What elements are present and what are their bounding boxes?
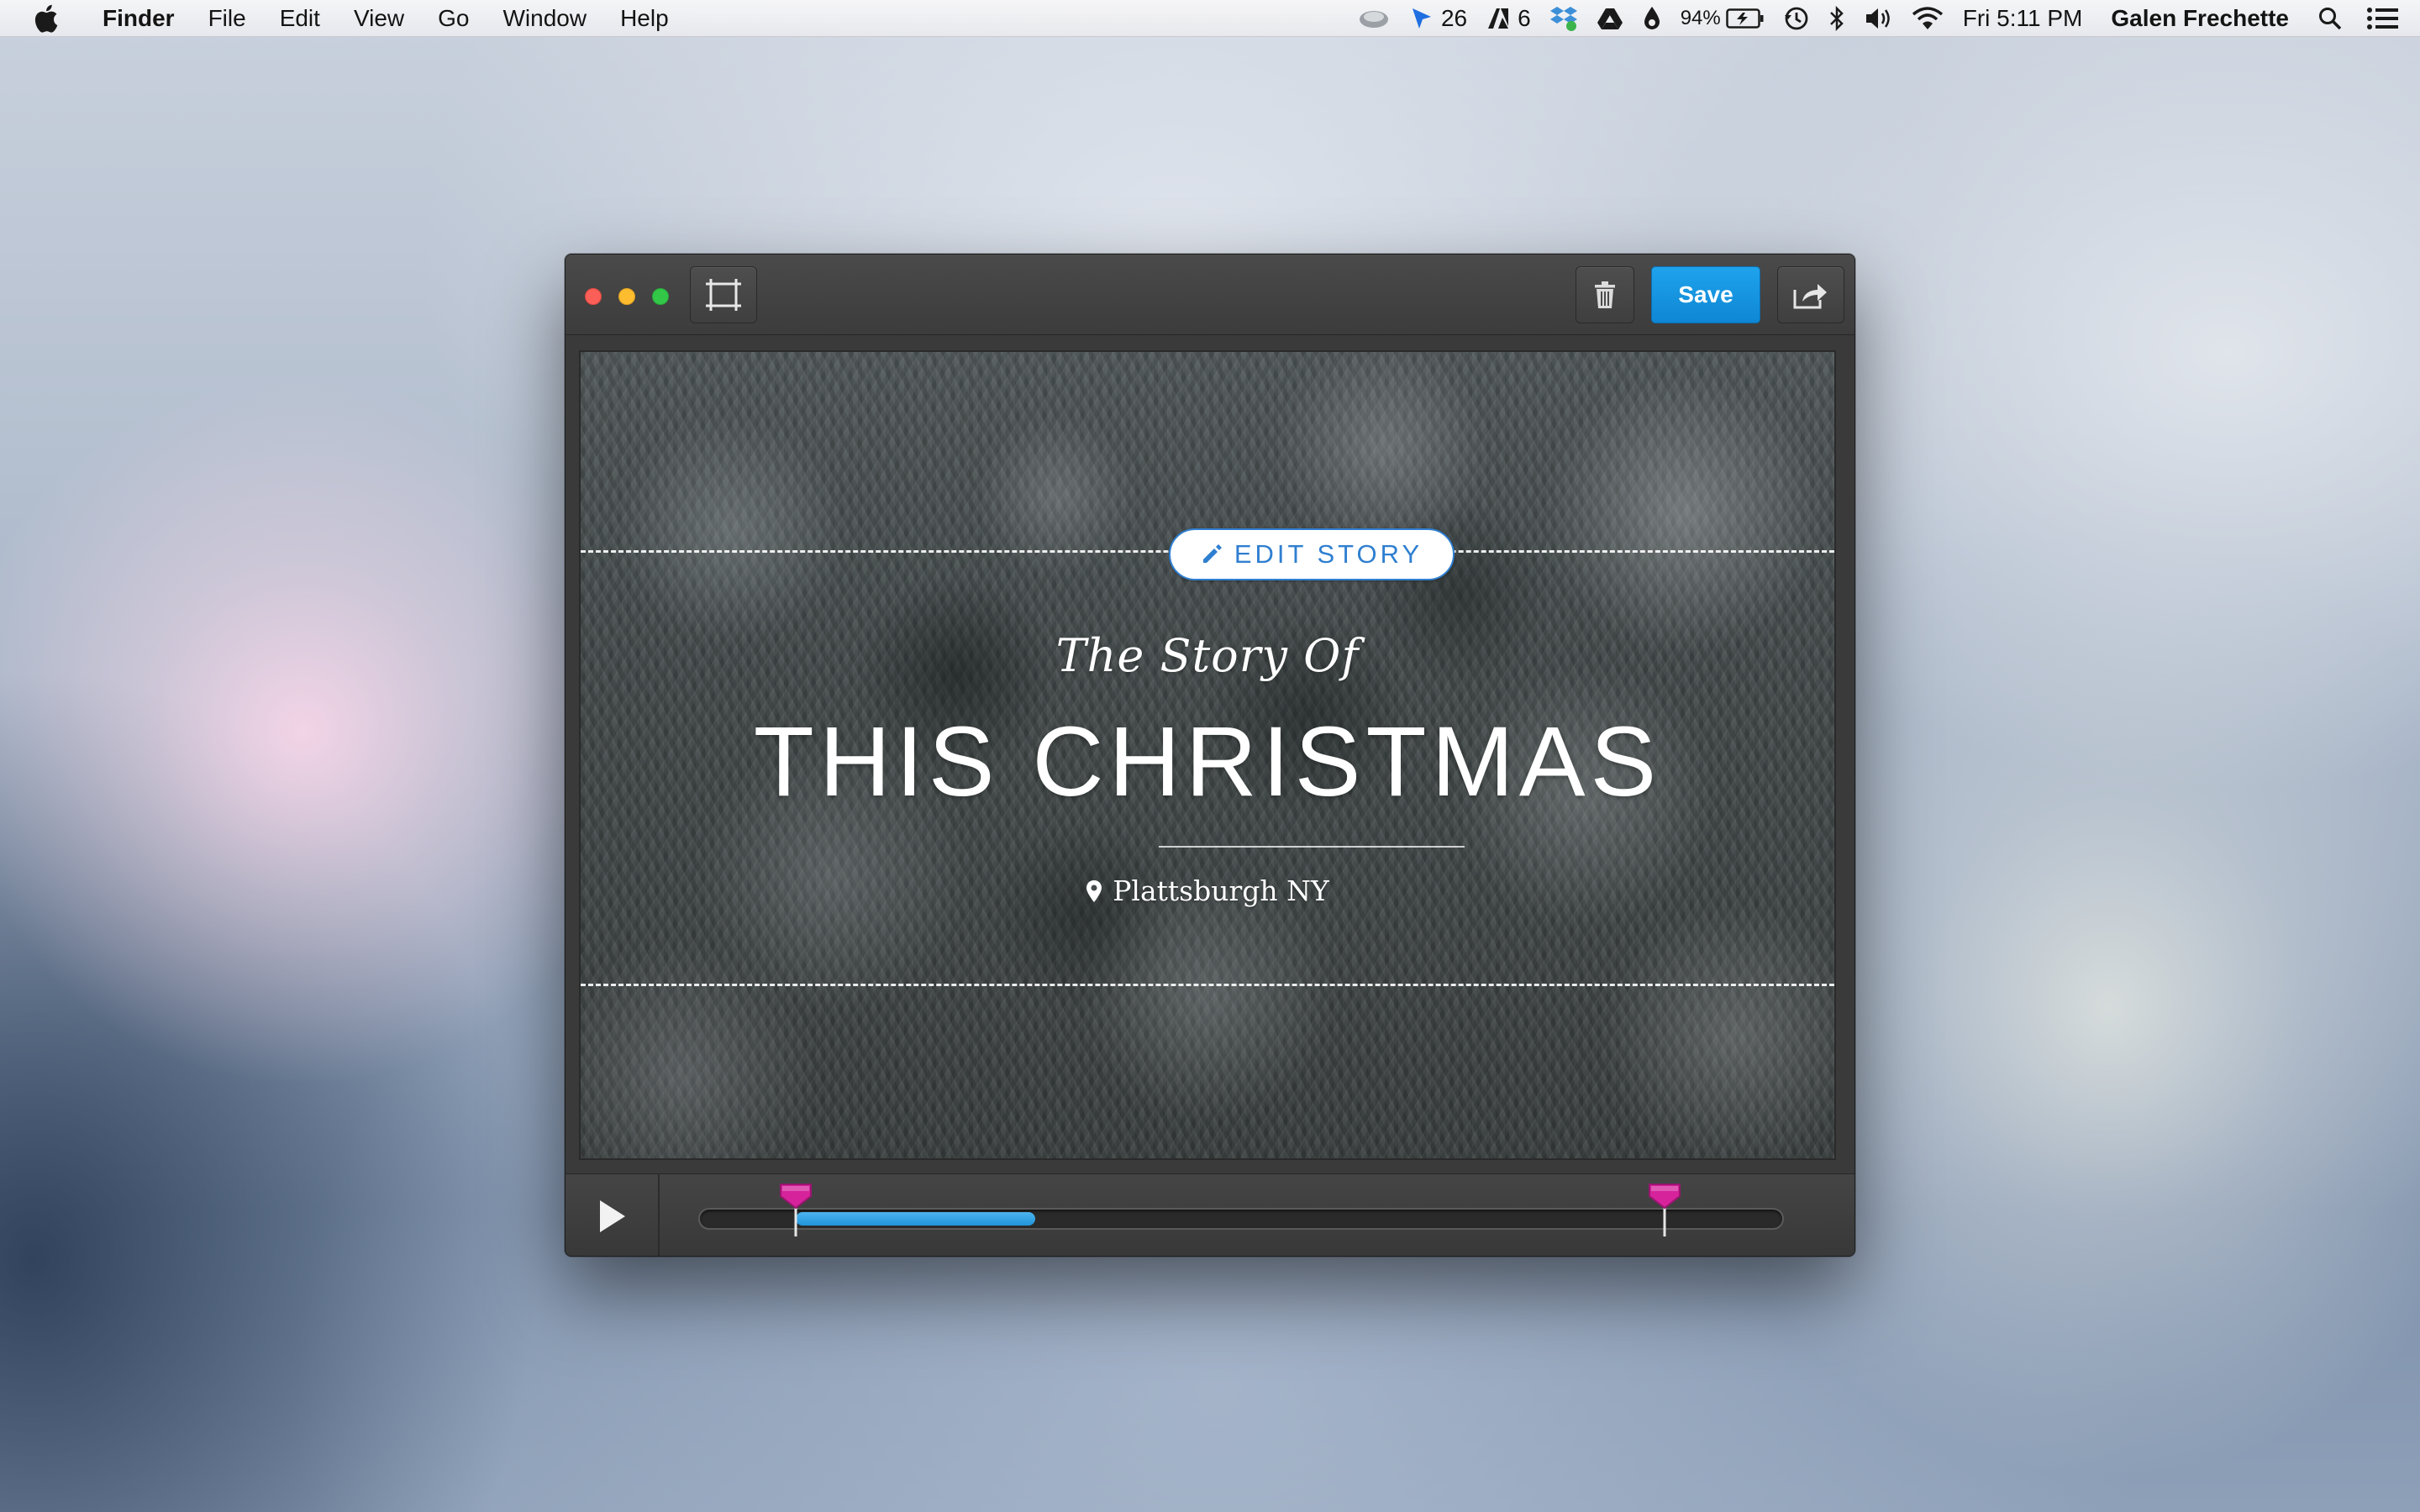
location-text: Plattsburgh NY xyxy=(1113,874,1329,907)
story-preview[interactable]: EDIT STORY The Story Of THIS CHRISTMAS P… xyxy=(579,350,1836,1160)
adobe-icon xyxy=(1488,8,1509,29)
user-name[interactable]: Galen Frechette xyxy=(2111,5,2289,32)
spotlight-search-icon[interactable] xyxy=(2317,6,2343,31)
timeline-progress xyxy=(796,1212,1035,1226)
menu-file[interactable]: File xyxy=(192,0,263,37)
bluetooth-icon[interactable] xyxy=(1828,5,1845,32)
app-window: Save EDIT STORY The Story Of THIS CHRIST… xyxy=(565,254,1855,1257)
story-subtitle: The Story Of xyxy=(1055,629,1360,682)
menu-bar: Finder File Edit View Go Window Help 26 … xyxy=(0,0,2420,37)
trim-start-marker[interactable] xyxy=(777,1181,814,1238)
dropbox-icon[interactable] xyxy=(1549,5,1578,32)
share-icon xyxy=(1793,284,1827,309)
marker-start-icon xyxy=(780,1184,813,1236)
marker-end-icon xyxy=(1648,1184,1681,1236)
volume-icon[interactable] xyxy=(1864,6,1892,31)
adobe-count: 6 xyxy=(1518,4,1531,31)
cursor-arrow-icon xyxy=(1412,8,1431,29)
time-machine-icon[interactable] xyxy=(1783,5,1810,32)
trim-end-marker[interactable] xyxy=(1646,1181,1683,1238)
pencil-icon xyxy=(1202,544,1222,563)
battery-icon xyxy=(1725,8,1764,29)
cursor-count: 26 xyxy=(1440,4,1468,31)
share-button[interactable] xyxy=(1777,266,1844,323)
crop-icon xyxy=(706,279,741,311)
edit-story-label: EDIT STORY xyxy=(1234,539,1423,569)
timeline-track[interactable] xyxy=(698,1208,1784,1230)
title-divider xyxy=(1159,846,1465,848)
droplet-icon[interactable] xyxy=(1642,5,1662,32)
battery-status[interactable]: 94% xyxy=(1681,7,1765,30)
apple-menu-icon[interactable] xyxy=(32,2,64,35)
minimize-window-button[interactable] xyxy=(618,288,635,305)
battery-percent: 94% xyxy=(1680,6,1721,29)
close-window-button[interactable] xyxy=(585,288,602,305)
menu-app-finder[interactable]: Finder xyxy=(94,0,192,37)
window-titlebar[interactable]: Save xyxy=(566,255,1854,335)
menu-view[interactable]: View xyxy=(337,0,421,37)
playback-bar xyxy=(566,1173,1854,1256)
menu-window[interactable]: Window xyxy=(486,0,603,37)
play-button[interactable] xyxy=(566,1174,660,1256)
trash-icon xyxy=(1595,281,1615,308)
story-location: Plattsburgh NY xyxy=(581,874,1834,907)
menu-edit[interactable]: Edit xyxy=(263,0,337,37)
edit-story-button[interactable]: EDIT STORY xyxy=(1169,528,1455,580)
save-button[interactable]: Save xyxy=(1651,266,1760,323)
menu-help[interactable]: Help xyxy=(603,0,686,37)
notification-center-icon[interactable] xyxy=(2366,6,2400,31)
location-pin-icon xyxy=(1086,879,1102,902)
wifi-icon[interactable] xyxy=(1911,6,1944,31)
zoom-window-button[interactable] xyxy=(652,288,669,305)
menu-go[interactable]: Go xyxy=(421,0,486,37)
delete-button[interactable] xyxy=(1576,266,1634,323)
cloud-app-icon[interactable] xyxy=(1357,8,1391,29)
title-safe-bottom-guide xyxy=(581,984,1834,986)
adobe-counter[interactable]: 6 xyxy=(1486,5,1531,32)
cursor-counter[interactable]: 26 xyxy=(1409,5,1467,32)
story-title: THIS CHRISTMAS xyxy=(753,706,1662,817)
play-icon xyxy=(600,1200,625,1232)
google-drive-icon[interactable] xyxy=(1597,7,1623,30)
clock[interactable]: Fri 5:11 PM xyxy=(1963,5,2083,32)
crop-button[interactable] xyxy=(690,266,757,323)
